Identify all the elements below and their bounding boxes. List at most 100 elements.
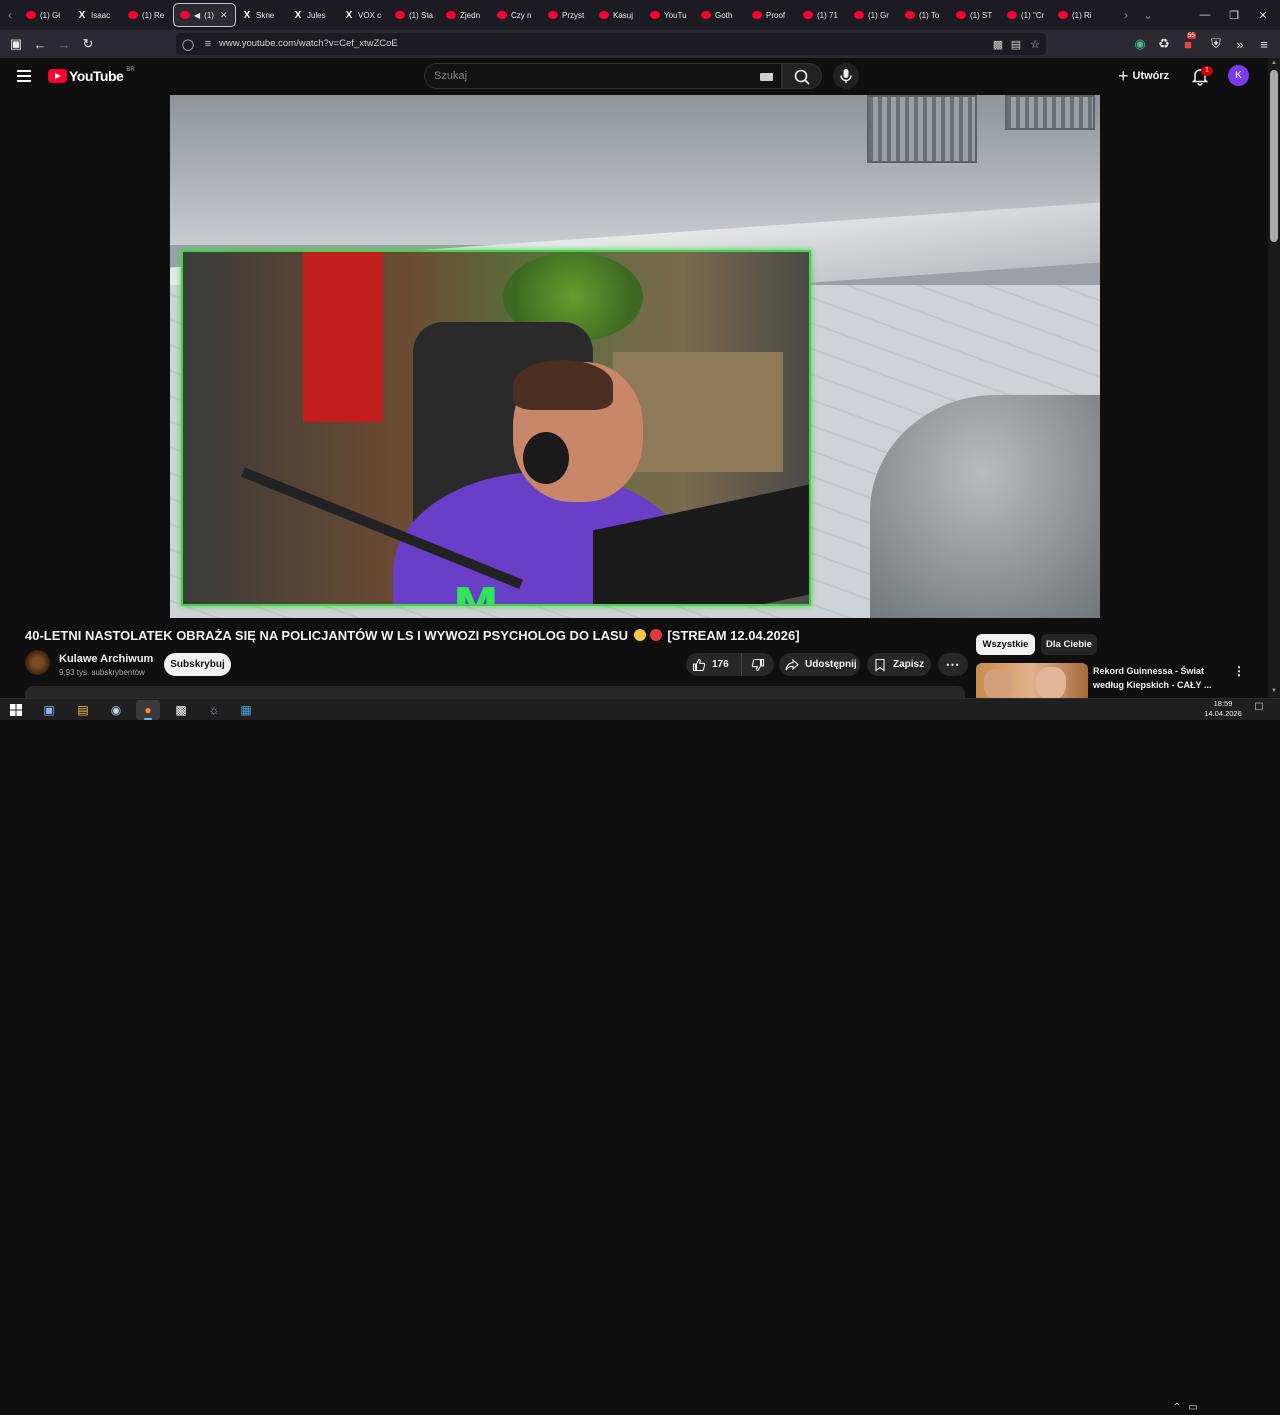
tab-label: (1) Gr (868, 10, 889, 20)
extensions-icon[interactable]: ♻ (1154, 34, 1174, 54)
taskbar-clock[interactable]: 18:59 14.04.2026 (1203, 699, 1243, 719)
recommended-more-options-icon[interactable]: ⋮ (1232, 663, 1246, 679)
ublock-extension-icon[interactable]: ■ 55 (1178, 33, 1198, 54)
browser-tab[interactable]: Czy n (491, 3, 542, 27)
scroll-up-arrow-icon[interactable]: ▲ (1270, 60, 1278, 68)
bookmark-star-icon[interactable]: ☆ (1027, 36, 1043, 52)
search-input[interactable]: Szukaj (424, 63, 782, 89)
channel-avatar[interactable] (25, 650, 50, 675)
network-icon[interactable]: ▭ (1186, 1401, 1200, 1415)
save-label: Zapisz (893, 659, 925, 670)
reload-button[interactable]: ↻ (78, 34, 98, 54)
browser-tab[interactable]: Kasuj (593, 3, 644, 27)
browser-tab[interactable]: Przyst (542, 3, 593, 27)
tab-list-dropdown-button[interactable]: ⌄ (1138, 0, 1158, 30)
tab-scroll-left-button[interactable]: ‹ (0, 0, 20, 30)
create-button[interactable]: + Utwórz (1118, 66, 1169, 86)
video-player[interactable]: M (170, 95, 1100, 618)
youtube-logo[interactable]: YouTube BR (48, 67, 135, 84)
navigation-toolbar: ▣ ← → ↻ ◯ ≡ www.youtube.com/watch?v=Cef_… (0, 30, 1280, 58)
browser-tab[interactable]: Goth (695, 3, 746, 27)
browser-tab[interactable]: X VOX c (338, 3, 389, 27)
browser-tab[interactable]: (1) To (899, 3, 950, 27)
address-bar[interactable]: ◯ ≡ www.youtube.com/watch?v=Cef_xtwZCoE … (176, 33, 1046, 55)
share-button[interactable]: Udostępnij (779, 653, 860, 676)
shield-icon[interactable]: ◯ (180, 36, 196, 52)
file-explorer-icon[interactable]: ▤ (71, 700, 95, 720)
youtube-play-icon (48, 69, 67, 83)
browser-tab[interactable]: Zjedn (440, 3, 491, 27)
tab-list: (1) Gł X Isaac (1) Re ◀ (1) ✕ X Skne X Jules X VOX c… (20, 0, 1103, 30)
app-menu-icon[interactable]: ≡ (1254, 34, 1274, 54)
picture-in-picture-icon[interactable]: ▩ (990, 36, 1006, 52)
calculator-icon[interactable]: ▦ (234, 700, 258, 720)
tray-overflow-icon[interactable]: ⌃ (1170, 1401, 1184, 1415)
browser-tab[interactable]: X Skne (236, 3, 287, 27)
youtube-icon (1058, 11, 1068, 19)
like-button[interactable]: 176 (686, 653, 742, 676)
tab-label: Goth (715, 10, 733, 20)
youtube-icon (650, 11, 660, 19)
keyboard-icon[interactable] (760, 73, 773, 81)
voice-search-button[interactable] (833, 63, 859, 89)
browser-tab[interactable]: (1) 71 (797, 3, 848, 27)
tab-label: Isaac (91, 10, 111, 20)
chip-for-you[interactable]: Dla Ciebie (1041, 634, 1097, 655)
angry-face-emoji-icon (649, 629, 662, 641)
x-icon: X (345, 9, 353, 21)
back-button[interactable]: ← (30, 34, 50, 54)
reader-view-icon[interactable]: ▤ (1008, 36, 1024, 52)
scrollbar-thumb[interactable] (1270, 70, 1278, 242)
more-actions-button[interactable]: ⋯ (938, 653, 968, 676)
settings-app-icon[interactable]: ▣ (37, 700, 61, 720)
browser-tab[interactable]: (1) Gł (20, 3, 71, 27)
url-text[interactable]: www.youtube.com/watch?v=Cef_xtwZCoE (219, 38, 398, 49)
vpn-extension-icon[interactable]: ◉ (1130, 34, 1150, 54)
share-arrow-icon (785, 658, 799, 670)
scroll-down-arrow-icon[interactable]: ▼ (1270, 688, 1278, 696)
notification-center-icon[interactable]: ☐ (1252, 701, 1266, 715)
account-avatar[interactable]: K (1228, 65, 1249, 86)
browser-tab[interactable]: (1) "Cr (1001, 3, 1052, 27)
browser-tab[interactable]: YouTu (644, 3, 695, 27)
browser-tab[interactable]: (1) ST (950, 3, 1001, 27)
thumbs-down-icon (751, 658, 765, 671)
plus-icon: + (1118, 66, 1129, 86)
description-box[interactable] (25, 686, 965, 698)
browser-tab[interactable]: (1) Re (122, 3, 173, 27)
create-label: Utwórz (1132, 70, 1170, 82)
app-icon[interactable]: ☼ (202, 700, 226, 720)
sidebar-toggle-icon[interactable]: ▣ (6, 34, 26, 54)
browser-tab[interactable]: X Isaac (71, 3, 122, 27)
dislike-button[interactable] (742, 658, 774, 672)
microphone-icon (840, 69, 852, 83)
privacy-extension-icon[interactable]: ⛨ (1206, 34, 1226, 54)
browser-tab[interactable]: (1) Gr (848, 3, 899, 27)
steam-icon[interactable]: ◉ (104, 700, 128, 720)
hamburger-menu-icon[interactable] (14, 67, 34, 85)
tab-close-icon[interactable]: ✕ (220, 10, 228, 21)
speaker-icon[interactable]: ◀ (194, 11, 200, 20)
notion-icon[interactable]: ▩ (169, 700, 193, 720)
chip-all[interactable]: Wszystkie (976, 634, 1035, 655)
recommended-video-title[interactable]: Rekord Guinnessa - Świat według Kiepskic… (1093, 664, 1223, 692)
browser-tab[interactable]: ◀ (1) ✕ (173, 3, 236, 27)
tab-label: (1) (204, 10, 214, 20)
recommended-video-thumbnail[interactable] (976, 663, 1088, 698)
firefox-icon[interactable]: ● (136, 700, 160, 720)
save-button[interactable]: Zapisz (867, 653, 931, 676)
subscribe-button[interactable]: Subskrybuj (164, 653, 231, 676)
search-button[interactable] (782, 63, 822, 89)
windows-start-icon[interactable] (4, 700, 28, 720)
thumbs-up-icon (692, 658, 706, 671)
close-window-button[interactable]: ✕ (1246, 0, 1280, 30)
more-tools-icon[interactable]: » (1230, 34, 1250, 54)
forward-button[interactable]: → (54, 34, 74, 54)
channel-name[interactable]: Kulawe Archiwum (59, 653, 153, 665)
site-info-icon[interactable]: ≡ (200, 36, 216, 52)
browser-tab[interactable]: Proof (746, 3, 797, 27)
browser-tab[interactable]: (1) Sta (389, 3, 440, 27)
tab-scroll-right-button[interactable]: › (1116, 0, 1136, 30)
browser-tab[interactable]: (1) Ri (1052, 3, 1103, 27)
browser-tab[interactable]: X Jules (287, 3, 338, 27)
